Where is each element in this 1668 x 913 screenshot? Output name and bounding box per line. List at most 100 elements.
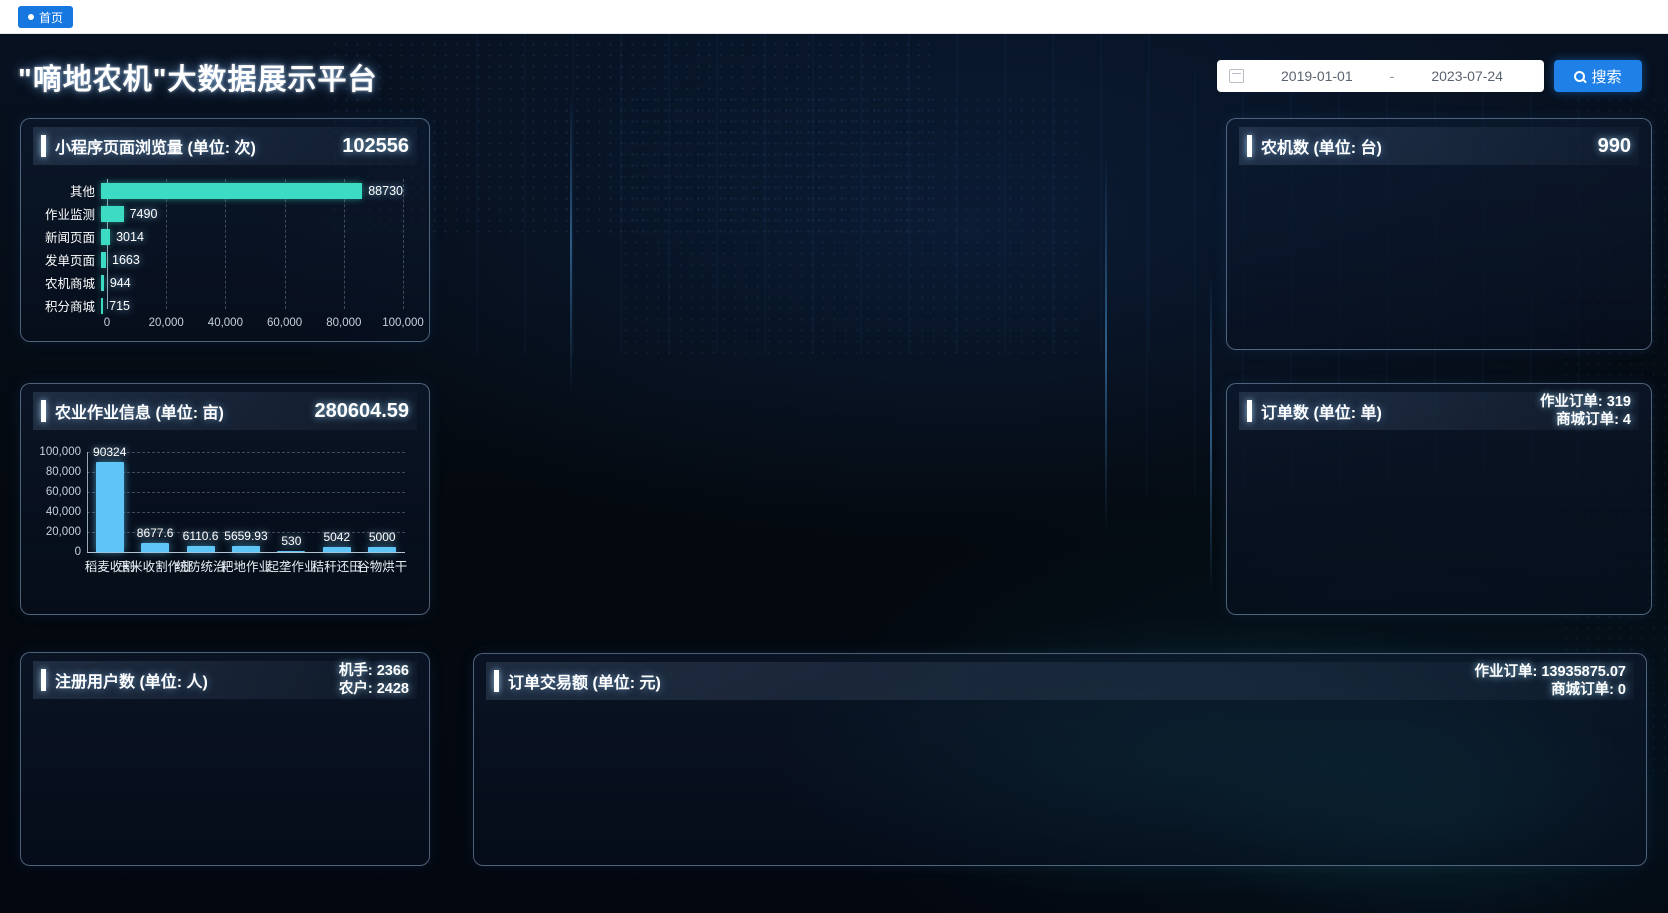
panel-users: 注册用户数 (单位: 人) 机手: 2366 农户: 2428 <box>20 652 430 866</box>
panel-stats: 机手: 2366 农户: 2428 <box>339 662 409 698</box>
panel-header: 注册用户数 (单位: 人) 机手: 2366 农户: 2428 <box>33 661 417 699</box>
value-label: 5000 <box>369 530 396 544</box>
panel-title: 农业作业信息 (单位: 亩) <box>55 399 224 423</box>
bar-rows: 其他88730作业监测7490新闻页面3014发单页面1663农机商城944积分… <box>35 179 403 317</box>
bar[interactable] <box>101 229 110 245</box>
bar-track: 944 <box>101 275 403 291</box>
bar-row: 新闻页面3014 <box>35 225 403 248</box>
dashboard: 首页 "嘀地农机"大数据展示平台 2019-01-01 - 2023-07-24… <box>0 0 1668 913</box>
amount-chart <box>488 700 1632 859</box>
dashboard-background: "嘀地农机"大数据展示平台 2019-01-01 - 2023-07-24 搜索… <box>0 34 1668 913</box>
category-label: 其他 <box>35 181 101 200</box>
bar-track: 7490 <box>101 206 403 222</box>
stat-line: 机手: 2366 <box>339 662 409 680</box>
panel-total: 102556 <box>342 135 409 158</box>
bar[interactable] <box>368 547 396 552</box>
x-tick-label: 40,000 <box>208 317 243 329</box>
bar[interactable] <box>101 252 106 268</box>
category-label: 发单页面 <box>35 250 101 269</box>
category-label: 秸秆还田 <box>312 556 362 575</box>
accent-bar <box>41 669 46 691</box>
bar-row: 作业监测7490 <box>35 202 403 225</box>
date-start-input[interactable]: 2019-01-01 <box>1252 68 1382 84</box>
value-label: 5042 <box>323 530 350 544</box>
bar[interactable] <box>101 298 103 314</box>
panel-machines: 农机数 (单位: 台) 990 <box>1226 118 1652 350</box>
users-chart <box>35 699 415 859</box>
date-range-picker[interactable]: 2019-01-01 - 2023-07-24 <box>1217 60 1544 92</box>
value-label: 530 <box>281 534 301 548</box>
category-label: 积分商城 <box>35 296 101 315</box>
panel-header: 农业作业信息 (单位: 亩) 280604.59 <box>33 392 417 430</box>
panel-orders: 订单数 (单位: 单) 作业订单: 319 商城订单: 4 <box>1226 383 1652 615</box>
bar-track: 3014 <box>101 229 403 245</box>
value-label: 8677.6 <box>137 526 174 540</box>
bar-track: 715 <box>101 298 403 314</box>
bar-slot: 5000谷物烘干 <box>360 452 405 552</box>
bar[interactable] <box>232 546 260 552</box>
panel-header: 订单数 (单位: 单) 作业订单: 319 商城订单: 4 <box>1239 392 1639 430</box>
bar[interactable] <box>323 547 351 552</box>
bar[interactable] <box>277 551 305 552</box>
value-label: 88730 <box>368 184 403 198</box>
category-label: 统防统治 <box>176 556 226 575</box>
accent-bar <box>494 670 499 692</box>
panel-title: 注册用户数 (单位: 人) <box>55 668 208 692</box>
home-tab-label: 首页 <box>39 9 63 26</box>
x-tick-label: 0 <box>104 317 110 329</box>
accent-bar <box>1247 135 1252 157</box>
y-tick-label: 100,000 <box>39 446 87 458</box>
value-label: 3014 <box>116 230 144 244</box>
x-tick-label: 100,000 <box>382 317 424 329</box>
value-label: 90324 <box>93 445 126 459</box>
gridline <box>403 179 404 309</box>
panel-pageviews: 小程序页面浏览量 (单位: 次) 102556 其他 88730 作业监测7490新… <box>20 118 430 342</box>
bar[interactable] <box>101 183 362 199</box>
search-button-label: 搜索 <box>1591 66 1621 87</box>
panel-title: 小程序页面浏览量 (单位: 次) <box>55 134 256 158</box>
bar[interactable] <box>101 275 104 291</box>
x-tick-label: 20,000 <box>149 317 184 329</box>
bar-slot: 5042秸秆还田 <box>314 452 359 552</box>
orders-chart <box>1241 430 1637 608</box>
accent-bar <box>41 400 46 422</box>
bar[interactable] <box>96 462 124 552</box>
y-tick-label: 80,000 <box>46 466 87 478</box>
panel-total: 990 <box>1598 135 1631 158</box>
search-button[interactable]: 搜索 <box>1554 60 1642 92</box>
page-title: "嘀地农机"大数据展示平台 <box>18 56 378 98</box>
stat-line: 作业订单: 319 <box>1540 393 1631 411</box>
y-tick-label: 40,000 <box>46 506 87 518</box>
farmwork-chart: 100,00080,00060,00040,00020,000090324稻麦收… <box>35 430 415 608</box>
jiangsu-map <box>600 194 1110 639</box>
date-end-input[interactable]: 2023-07-24 <box>1402 68 1532 84</box>
bar-track: 88730 <box>101 183 403 199</box>
category-label: 耙地作业 <box>221 556 271 575</box>
panel-farmwork: 农业作业信息 (单位: 亩) 280604.59 100,00080,00060… <box>20 383 430 615</box>
value-label: 944 <box>110 276 131 290</box>
bar-row: 积分商城715 <box>35 294 403 317</box>
category-label: 谷物烘干 <box>357 556 407 575</box>
bar[interactable] <box>187 546 215 552</box>
panel-total: 280604.59 <box>314 400 409 423</box>
home-tab[interactable]: 首页 <box>18 6 73 28</box>
date-separator: - <box>1390 68 1395 84</box>
accent-bar <box>1247 400 1252 422</box>
panel-stats: 作业订单: 13935875.07 商城订单: 0 <box>1474 663 1626 699</box>
accent-bar <box>41 135 46 157</box>
panel-header: 小程序页面浏览量 (单位: 次) 102556 <box>33 127 417 165</box>
plot-area: 100,00080,00060,00040,00020,000090324稻麦收… <box>87 452 405 552</box>
panel-header: 订单交易额 (单位: 元) 作业订单: 13935875.07 商城订单: 0 <box>486 662 1634 700</box>
calendar-icon <box>1229 69 1244 83</box>
stat-line: 商城订单: 0 <box>1474 681 1626 699</box>
search-icon <box>1574 71 1585 82</box>
bar-row: 发单页面1663 <box>35 248 403 271</box>
bar[interactable] <box>101 206 124 222</box>
bar-row: 农机商城944 <box>35 271 403 294</box>
bar-slots: 90324稻麦收割8677.6玉米收割作业6110.6统防统治5659.93耙地… <box>87 452 405 552</box>
bar-row: 其他 88730 <box>35 179 403 202</box>
bar[interactable] <box>141 543 169 552</box>
panel-title: 订单数 (单位: 单) <box>1261 399 1382 423</box>
pageviews-chart: 其他88730作业监测7490新闻页面3014发单页面1663农机商城944积分… <box>35 165 415 335</box>
category-label: 起垄作业 <box>266 556 316 575</box>
